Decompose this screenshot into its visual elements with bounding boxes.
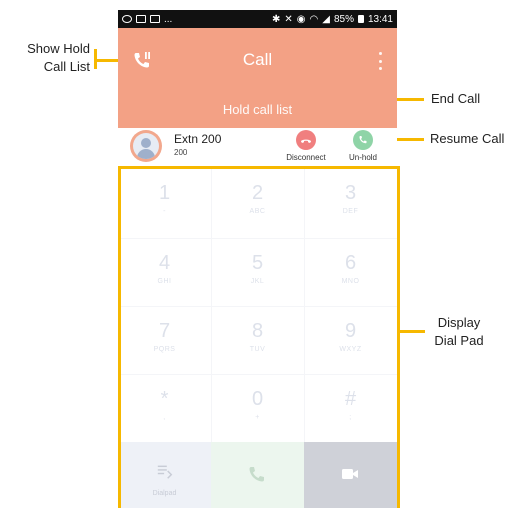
- annotation-text: Dial Pad: [434, 333, 484, 348]
- unhold-button[interactable]: Un-hold: [333, 128, 393, 162]
- annotation-show-hold-call-list: Show Hold Call List: [14, 40, 90, 76]
- annotation-text: Call List: [43, 59, 90, 74]
- dial-pad: 1- 2 ABC 3 DEF 4 GHI 5 JKL 6 MNO 7 PQRS 8 TUV 9…: [118, 168, 397, 508]
- phone-screen: ... ✱ ✕ ◉ ◠ ◢ 85% 13:41 Call Hold call l…: [118, 10, 397, 508]
- dial-key-1[interactable]: 1-: [118, 168, 211, 238]
- hold-call-list-label: Hold call list: [222, 102, 293, 117]
- dialpad-label: Dialpad: [152, 490, 177, 497]
- disconnect-label: Disconnect: [286, 153, 326, 162]
- phone-icon: [353, 130, 373, 150]
- disconnect-button[interactable]: Disconnect: [276, 128, 336, 162]
- dial-key-star[interactable]: *,: [118, 374, 211, 444]
- dial-key-4[interactable]: 4 GHI: [118, 238, 211, 308]
- dial-key-0[interactable]: 0 +: [211, 374, 304, 444]
- held-caller-number: 200: [174, 148, 188, 157]
- image-status-icon: [136, 15, 146, 23]
- bluetooth-icon: ✱: [272, 13, 281, 25]
- unhold-label: Un-hold: [348, 153, 377, 162]
- annotation-display-dial-pad: Display Dial Pad: [430, 314, 488, 350]
- annotation-resume-call: Resume Call: [430, 131, 505, 146]
- dialpad-icon: [157, 465, 173, 479]
- signal-icon: ◢: [322, 13, 330, 25]
- avatar: [130, 130, 162, 162]
- annotation-connector: [94, 49, 97, 69]
- dial-key-6[interactable]: 6 MNO: [304, 238, 397, 308]
- phone-icon: [249, 467, 264, 482]
- held-caller-name: Extn 200: [174, 132, 222, 146]
- end-call-icon: [296, 130, 316, 150]
- mute-icon: ✕: [284, 13, 293, 25]
- battery-percent: 85%: [333, 13, 354, 25]
- page-title: Call: [242, 50, 273, 69]
- call-header: Call Hold call list: [118, 28, 397, 128]
- status-bar: ... ✱ ✕ ◉ ◠ ◢ 85% 13:41: [118, 10, 397, 28]
- battery-icon: [357, 15, 364, 23]
- video-camera-icon: [342, 469, 358, 479]
- annotation-end-call: End Call: [431, 91, 481, 106]
- wifi-icon: ◠: [309, 13, 319, 25]
- dial-key-3[interactable]: 3 DEF: [304, 168, 397, 238]
- alarm-icon: ◉: [296, 13, 306, 25]
- video-call-button[interactable]: [304, 442, 397, 508]
- status-time: 13:41: [367, 13, 393, 25]
- status-more-dots: ...: [164, 13, 173, 25]
- held-call-row: Extn 200 200 Disconnect Un-hold: [118, 128, 397, 168]
- annotation-text: Show Hold: [27, 41, 90, 56]
- dial-key-8[interactable]: 8 TUV: [211, 306, 304, 376]
- dial-key-9[interactable]: 9 WXYZ: [304, 306, 397, 376]
- toggle-dialpad-button[interactable]: Dialpad: [118, 442, 211, 508]
- phone-status-icon: [122, 15, 132, 23]
- call-button[interactable]: [211, 442, 304, 508]
- dial-key-7[interactable]: 7 PQRS: [118, 306, 211, 376]
- more-options-icon[interactable]: [377, 52, 383, 70]
- annotation-text: Display: [437, 315, 481, 330]
- annotation-connector: [399, 330, 425, 333]
- mail-status-icon: [150, 15, 160, 23]
- dial-key-hash[interactable]: #;: [304, 374, 397, 444]
- dial-key-5[interactable]: 5 JKL: [211, 238, 304, 308]
- dial-pad-actions: Dialpad: [118, 442, 397, 508]
- dial-key-2[interactable]: 2 ABC: [211, 168, 304, 238]
